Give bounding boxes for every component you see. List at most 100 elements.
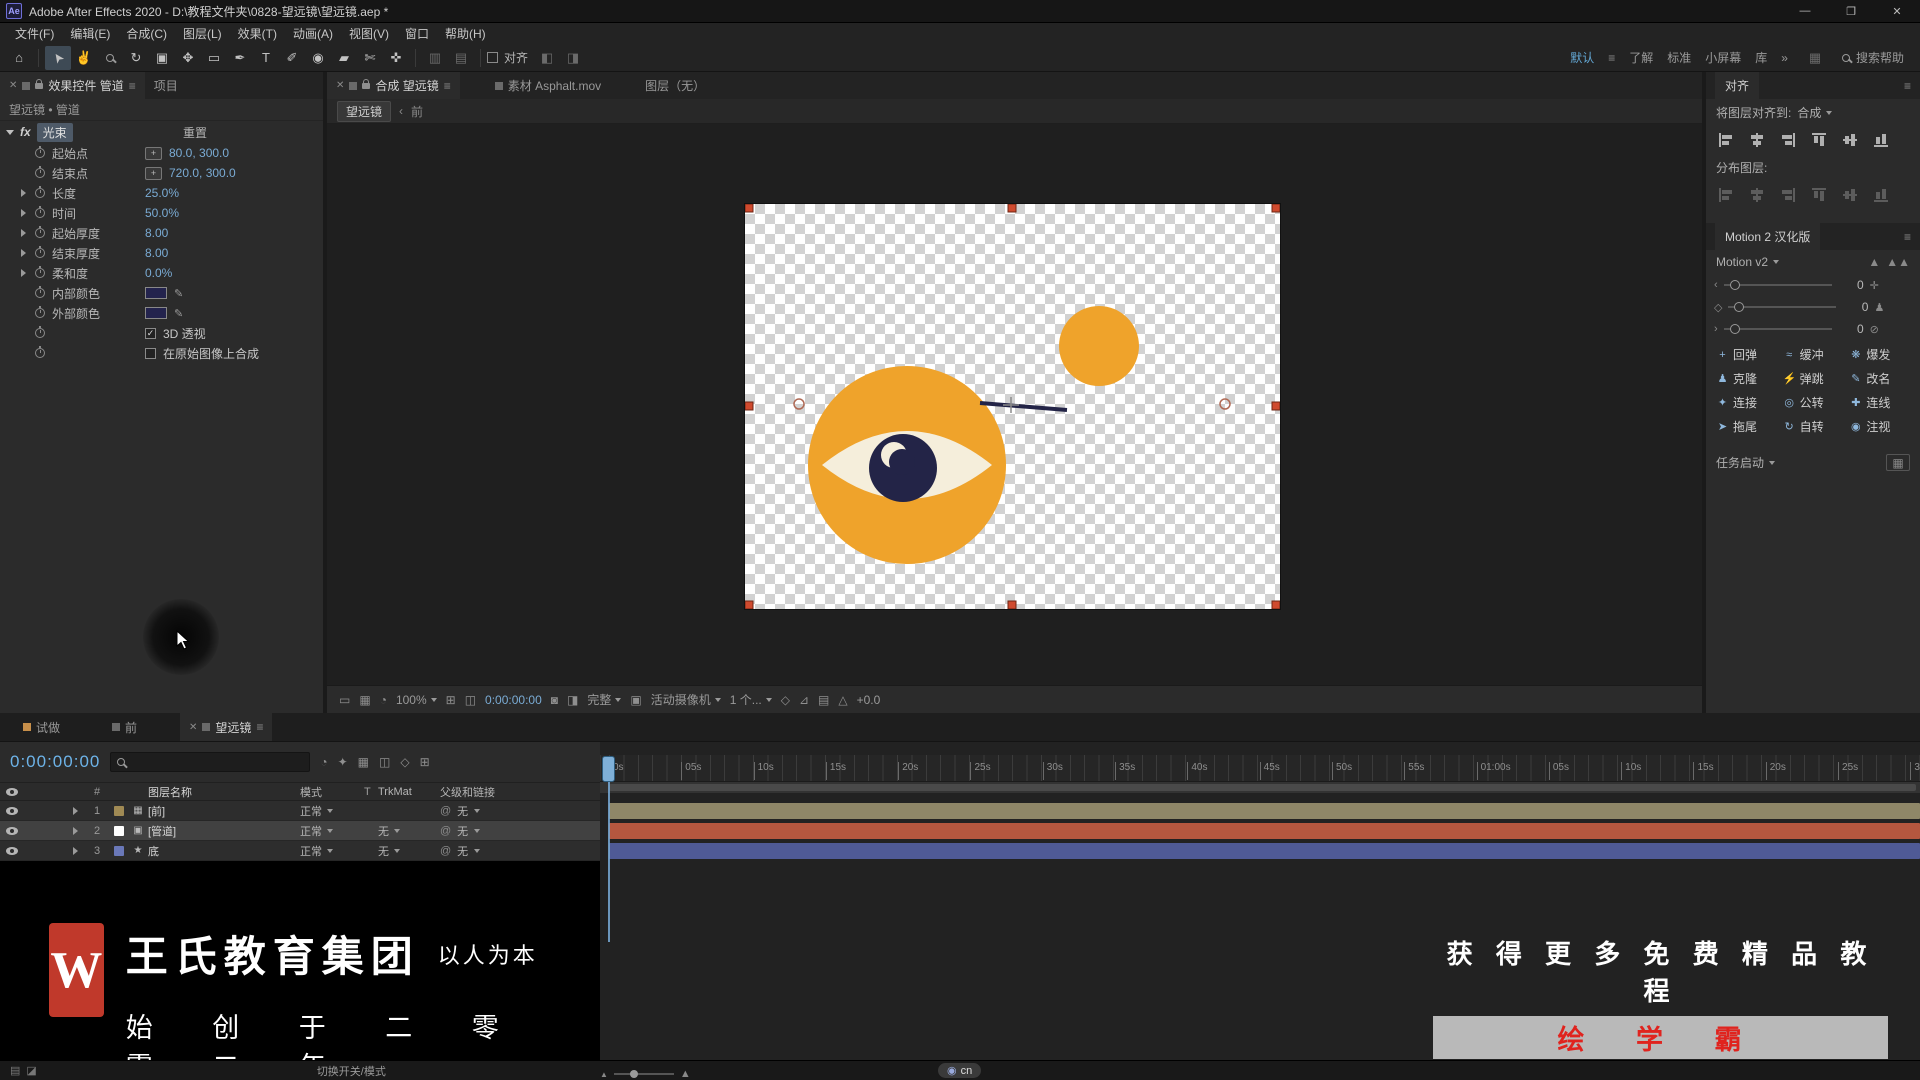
distribute-right-button[interactable]	[1872, 185, 1890, 205]
snap-checkbox[interactable]	[487, 52, 498, 63]
pick-whip-icon[interactable]: @	[440, 845, 451, 857]
visibility-eye-icon[interactable]	[0, 847, 24, 855]
motion-blur-icon[interactable]: ◇	[400, 755, 409, 769]
column-layer-name[interactable]: 图层名称	[148, 784, 300, 800]
column-trkmat[interactable]: TrkMat	[378, 786, 440, 798]
task-launch-dropdown[interactable]: 任务启动	[1716, 454, 1775, 471]
column-number[interactable]: #	[84, 786, 110, 798]
layer-name[interactable]: [前]	[148, 803, 300, 819]
align-right-button[interactable]	[1778, 131, 1798, 149]
property-value[interactable]: 0.0%	[145, 266, 172, 280]
slider-knob[interactable]	[1730, 324, 1740, 334]
distribute-left-button[interactable]	[1810, 185, 1828, 205]
menu-layer[interactable]: 图层(L)	[176, 25, 229, 42]
nav-comp-chip[interactable]: 望远镜	[337, 101, 391, 122]
twirl-icon[interactable]	[21, 229, 26, 237]
selection-tool-icon[interactable]: ➤	[45, 46, 71, 70]
workspace-default[interactable]: 默认	[1570, 49, 1594, 66]
workspace-extra-icon[interactable]: ▤	[448, 46, 474, 70]
stopwatch-icon[interactable]	[35, 268, 45, 278]
align-bottom-button[interactable]	[1872, 130, 1890, 150]
close-icon[interactable]: ✕	[9, 80, 17, 91]
motion-button-trail[interactable]: ➤拖尾	[1714, 416, 1779, 437]
property-value[interactable]: 8.00	[145, 226, 168, 240]
property-value[interactable]: 8.00	[145, 246, 168, 260]
column-t[interactable]: T	[364, 786, 378, 798]
twirl-icon[interactable]	[21, 269, 26, 277]
color-swatch[interactable]	[145, 307, 167, 319]
pick-whip-icon[interactable]: @	[440, 825, 451, 837]
trkmat-dropdown[interactable]: 无	[378, 843, 440, 859]
pixel-aspect-icon[interactable]: ◇	[781, 693, 790, 707]
lock-open-icon[interactable]: ⊘	[1870, 323, 1879, 336]
twirl-icon[interactable]	[21, 249, 26, 257]
time-ruler[interactable]: 0s05s10s15s20s25s30s35s40s45s50s55s01:00…	[600, 755, 1920, 782]
parent-link-dropdown[interactable]: @无	[440, 803, 590, 819]
effect-reset-button[interactable]: 重置	[183, 124, 207, 141]
flowchart-icon[interactable]: △	[838, 693, 847, 707]
menu-animation[interactable]: 动画(A)	[286, 25, 340, 42]
parent-link-dropdown[interactable]: @无	[440, 843, 590, 859]
effect-name[interactable]: 光束	[37, 123, 73, 142]
motion-button-orbit[interactable]: ◎公转	[1781, 392, 1846, 413]
pan-behind-tool-icon[interactable]: ✥	[175, 46, 201, 70]
pick-whip-icon[interactable]: @	[440, 805, 451, 817]
mountain-small-icon[interactable]: ▲	[1868, 255, 1880, 269]
timeline-zoom-slider[interactable]: ▲ ▲	[600, 1068, 700, 1080]
tab-comp-shizuo[interactable]: 试做	[14, 713, 69, 741]
home-icon[interactable]: ⌂	[6, 46, 32, 70]
effect-header-row[interactable]: fx 光束 重置	[0, 121, 323, 143]
show-snapshot-icon[interactable]: ◨	[567, 693, 578, 707]
stopwatch-icon[interactable]	[35, 228, 45, 238]
motion-slider[interactable]	[1724, 284, 1832, 286]
ime-indicator[interactable]: ◉ cn	[938, 1063, 981, 1078]
eraser-tool-icon[interactable]: ▰	[331, 46, 357, 70]
tab-align[interactable]: 对齐	[1715, 72, 1759, 99]
magnification-dropdown[interactable]: 100%	[396, 693, 437, 707]
column-parent-link[interactable]: 父级和链接	[440, 784, 590, 800]
tab-motion[interactable]: Motion 2 汉化版	[1715, 223, 1820, 250]
cc-libraries-icon[interactable]: ▦	[1802, 46, 1828, 70]
layer-search-box[interactable]	[110, 752, 310, 772]
checkbox-checked[interactable]: ✓	[145, 328, 156, 339]
roto-brush-tool-icon[interactable]: ✄	[357, 46, 383, 70]
text-tool-icon[interactable]: T	[253, 46, 279, 70]
hand-tool-icon[interactable]: ✌	[71, 46, 97, 70]
frame-blending-icon[interactable]: ◫	[379, 755, 390, 769]
motion-button-clone[interactable]: ♟克隆	[1714, 368, 1779, 389]
blend-mode-dropdown[interactable]: 正常	[300, 803, 364, 819]
timeline-track-area[interactable]: 0s05s10s15s20s25s30s35s40s45s50s55s01:00…	[600, 742, 1920, 1060]
motion-button-spin[interactable]: ↻自转	[1781, 416, 1846, 437]
render-icon[interactable]: ◪	[26, 1064, 36, 1077]
timeline-button-icon[interactable]: ▤	[818, 693, 829, 707]
graph-editor-icon[interactable]: ⊞	[420, 755, 430, 769]
resolution-dropdown[interactable]: 完整	[587, 691, 621, 708]
person-icon[interactable]: ♟	[1874, 301, 1884, 314]
slider-value[interactable]: 0	[1838, 322, 1864, 336]
motion-preset-dropdown[interactable]: Motion v2	[1716, 255, 1779, 269]
layer-duration-bar[interactable]	[609, 823, 1920, 839]
motion-button-connect[interactable]: ✦连接	[1714, 392, 1779, 413]
zoom-knob[interactable]	[630, 1070, 638, 1078]
motion-button-wire[interactable]: ✚连线	[1847, 392, 1912, 413]
active-camera-dropdown[interactable]: 活动摄像机	[651, 691, 721, 708]
zoom-in-icon[interactable]: ▲	[680, 1068, 691, 1080]
motion-button-rename[interactable]: ✎改名	[1847, 368, 1912, 389]
tab-comp-wangyuanjing[interactable]: ✕ 望远镜 ≡	[180, 713, 272, 741]
snapshot-icon[interactable]: ◙	[551, 693, 558, 707]
composition-canvas[interactable]	[745, 204, 1280, 609]
channel-icon[interactable]: ◔	[380, 693, 387, 707]
motion-slider[interactable]	[1724, 328, 1832, 330]
anchor-left-icon[interactable]: ‹	[1714, 279, 1718, 291]
view-layout-dropdown[interactable]: 1 个...	[730, 691, 772, 708]
menu-file[interactable]: 文件(F)	[8, 25, 61, 42]
current-time-indicator[interactable]	[602, 756, 615, 782]
point-crosshair-icon[interactable]: +	[145, 147, 162, 160]
blend-mode-dropdown[interactable]: 正常	[300, 843, 364, 859]
workspace-extra-icon[interactable]: ▥	[422, 46, 448, 70]
layer-name[interactable]: [管道]	[148, 823, 300, 839]
mountain-large-icon[interactable]: ▲▲	[1886, 255, 1910, 269]
menu-edit[interactable]: 编辑(E)	[63, 25, 117, 42]
main-viewer-icon[interactable]: ▦	[359, 693, 370, 707]
minimize-button[interactable]: —	[1782, 0, 1828, 22]
